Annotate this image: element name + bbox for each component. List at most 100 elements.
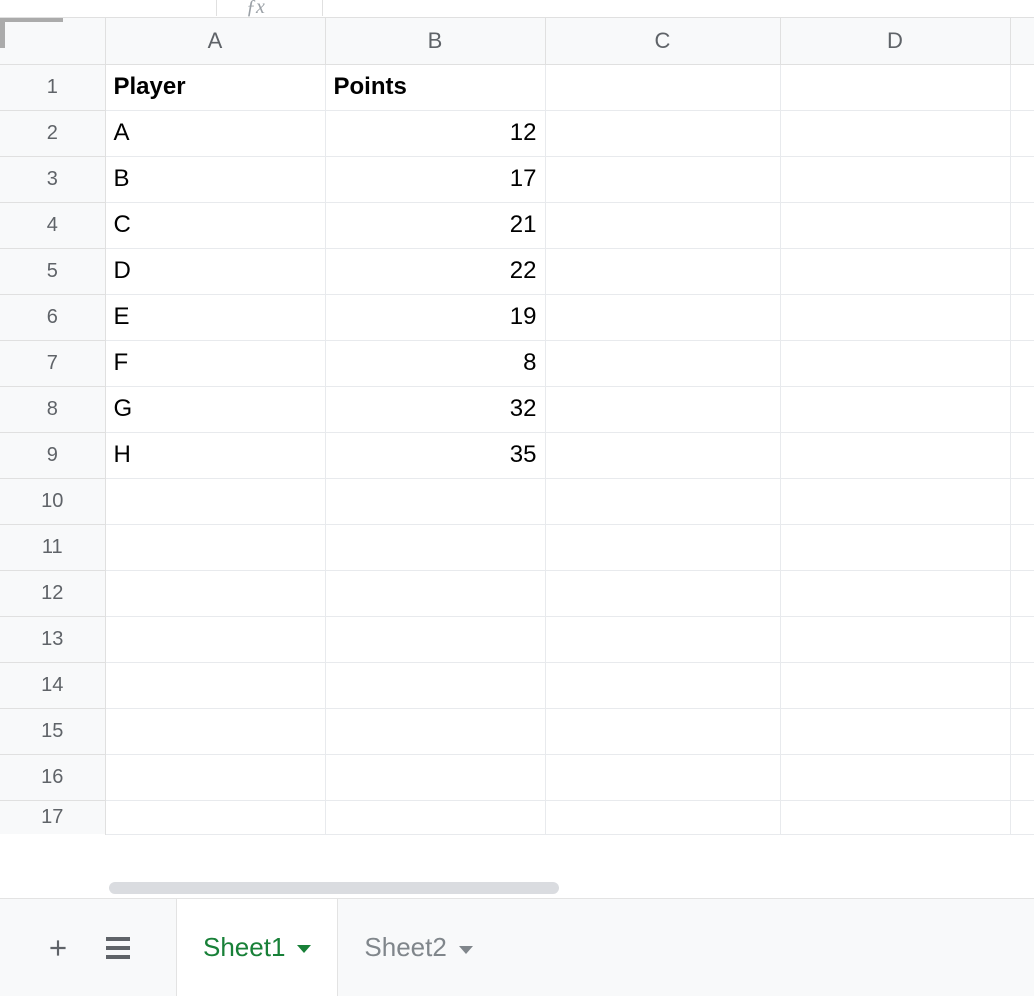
cell-A1[interactable]: Player (105, 64, 325, 110)
cell-A4[interactable]: C (105, 202, 325, 248)
cell-E16[interactable] (1010, 754, 1034, 800)
cell-A16[interactable] (105, 754, 325, 800)
horizontal-scrollbar[interactable] (99, 878, 1034, 898)
cell-A9[interactable]: H (105, 432, 325, 478)
row-header[interactable]: 15 (0, 708, 105, 754)
row-header[interactable]: 16 (0, 754, 105, 800)
cell-D10[interactable] (780, 478, 1010, 524)
cell-A12[interactable] (105, 570, 325, 616)
cell-C4[interactable] (545, 202, 780, 248)
cell-D14[interactable] (780, 662, 1010, 708)
column-header-B[interactable]: B (325, 18, 545, 64)
row-header[interactable]: 12 (0, 570, 105, 616)
row-header[interactable]: 17 (0, 800, 105, 834)
cell-C8[interactable] (545, 386, 780, 432)
cell-B7[interactable]: 8 (325, 340, 545, 386)
cell-C3[interactable] (545, 156, 780, 202)
cell-B5[interactable]: 22 (325, 248, 545, 294)
cell-A17[interactable] (105, 800, 325, 834)
sheet-tab-active[interactable]: Sheet1 (176, 899, 338, 996)
cell-A14[interactable] (105, 662, 325, 708)
row-header[interactable]: 11 (0, 524, 105, 570)
cell-A2[interactable]: A (105, 110, 325, 156)
cell-D17[interactable] (780, 800, 1010, 834)
cell-E1[interactable] (1010, 64, 1034, 110)
cell-D5[interactable] (780, 248, 1010, 294)
cell-A11[interactable] (105, 524, 325, 570)
cell-E12[interactable] (1010, 570, 1034, 616)
cell-E8[interactable] (1010, 386, 1034, 432)
cell-C16[interactable] (545, 754, 780, 800)
cell-B6[interactable]: 19 (325, 294, 545, 340)
cell-B15[interactable] (325, 708, 545, 754)
row-header[interactable]: 10 (0, 478, 105, 524)
column-header-E[interactable] (1010, 18, 1034, 64)
column-header-C[interactable]: C (545, 18, 780, 64)
cell-A10[interactable] (105, 478, 325, 524)
cell-C2[interactable] (545, 110, 780, 156)
add-sheet-button[interactable] (28, 918, 88, 978)
cell-D8[interactable] (780, 386, 1010, 432)
spreadsheet-grid[interactable]: A B C D 1 Player Points 2 (0, 18, 1034, 876)
cell-E14[interactable] (1010, 662, 1034, 708)
cell-C17[interactable] (545, 800, 780, 834)
cell-B3[interactable]: 17 (325, 156, 545, 202)
cell-D2[interactable] (780, 110, 1010, 156)
cell-E3[interactable] (1010, 156, 1034, 202)
cell-D1[interactable] (780, 64, 1010, 110)
cell-B11[interactable] (325, 524, 545, 570)
cell-B13[interactable] (325, 616, 545, 662)
cell-A7[interactable]: F (105, 340, 325, 386)
cell-A15[interactable] (105, 708, 325, 754)
cell-B14[interactable] (325, 662, 545, 708)
cell-E10[interactable] (1010, 478, 1034, 524)
select-all-corner[interactable] (0, 18, 105, 64)
formula-bar[interactable]: ƒx (0, 0, 1034, 18)
cell-B8[interactable]: 32 (325, 386, 545, 432)
row-header[interactable]: 5 (0, 248, 105, 294)
cell-C10[interactable] (545, 478, 780, 524)
row-header[interactable]: 13 (0, 616, 105, 662)
cell-C6[interactable] (545, 294, 780, 340)
all-sheets-button[interactable] (88, 918, 148, 978)
cell-E17[interactable] (1010, 800, 1034, 834)
cell-D15[interactable] (780, 708, 1010, 754)
cell-B10[interactable] (325, 478, 545, 524)
cell-E5[interactable] (1010, 248, 1034, 294)
row-header[interactable]: 6 (0, 294, 105, 340)
sheet-tab-inactive[interactable]: Sheet2 (338, 900, 498, 996)
cell-D6[interactable] (780, 294, 1010, 340)
cell-B16[interactable] (325, 754, 545, 800)
row-header[interactable]: 4 (0, 202, 105, 248)
column-header-D[interactable]: D (780, 18, 1010, 64)
cell-D9[interactable] (780, 432, 1010, 478)
cell-B2[interactable]: 12 (325, 110, 545, 156)
row-header[interactable]: 9 (0, 432, 105, 478)
cell-E6[interactable] (1010, 294, 1034, 340)
horizontal-scrollbar-thumb[interactable] (109, 882, 559, 894)
cell-E4[interactable] (1010, 202, 1034, 248)
cell-E13[interactable] (1010, 616, 1034, 662)
cell-A13[interactable] (105, 616, 325, 662)
cell-E15[interactable] (1010, 708, 1034, 754)
row-header[interactable]: 8 (0, 386, 105, 432)
cell-C9[interactable] (545, 432, 780, 478)
cell-D16[interactable] (780, 754, 1010, 800)
row-header[interactable]: 14 (0, 662, 105, 708)
sheet-tab-menu-icon[interactable] (297, 945, 311, 953)
cell-D3[interactable] (780, 156, 1010, 202)
cell-E2[interactable] (1010, 110, 1034, 156)
cell-A6[interactable]: E (105, 294, 325, 340)
cell-C14[interactable] (545, 662, 780, 708)
cell-D13[interactable] (780, 616, 1010, 662)
cell-D4[interactable] (780, 202, 1010, 248)
cell-B1[interactable]: Points (325, 64, 545, 110)
row-header[interactable]: 2 (0, 110, 105, 156)
cell-C13[interactable] (545, 616, 780, 662)
row-header[interactable]: 7 (0, 340, 105, 386)
cell-C5[interactable] (545, 248, 780, 294)
cell-D7[interactable] (780, 340, 1010, 386)
cell-A5[interactable]: D (105, 248, 325, 294)
cell-D12[interactable] (780, 570, 1010, 616)
cell-C7[interactable] (545, 340, 780, 386)
